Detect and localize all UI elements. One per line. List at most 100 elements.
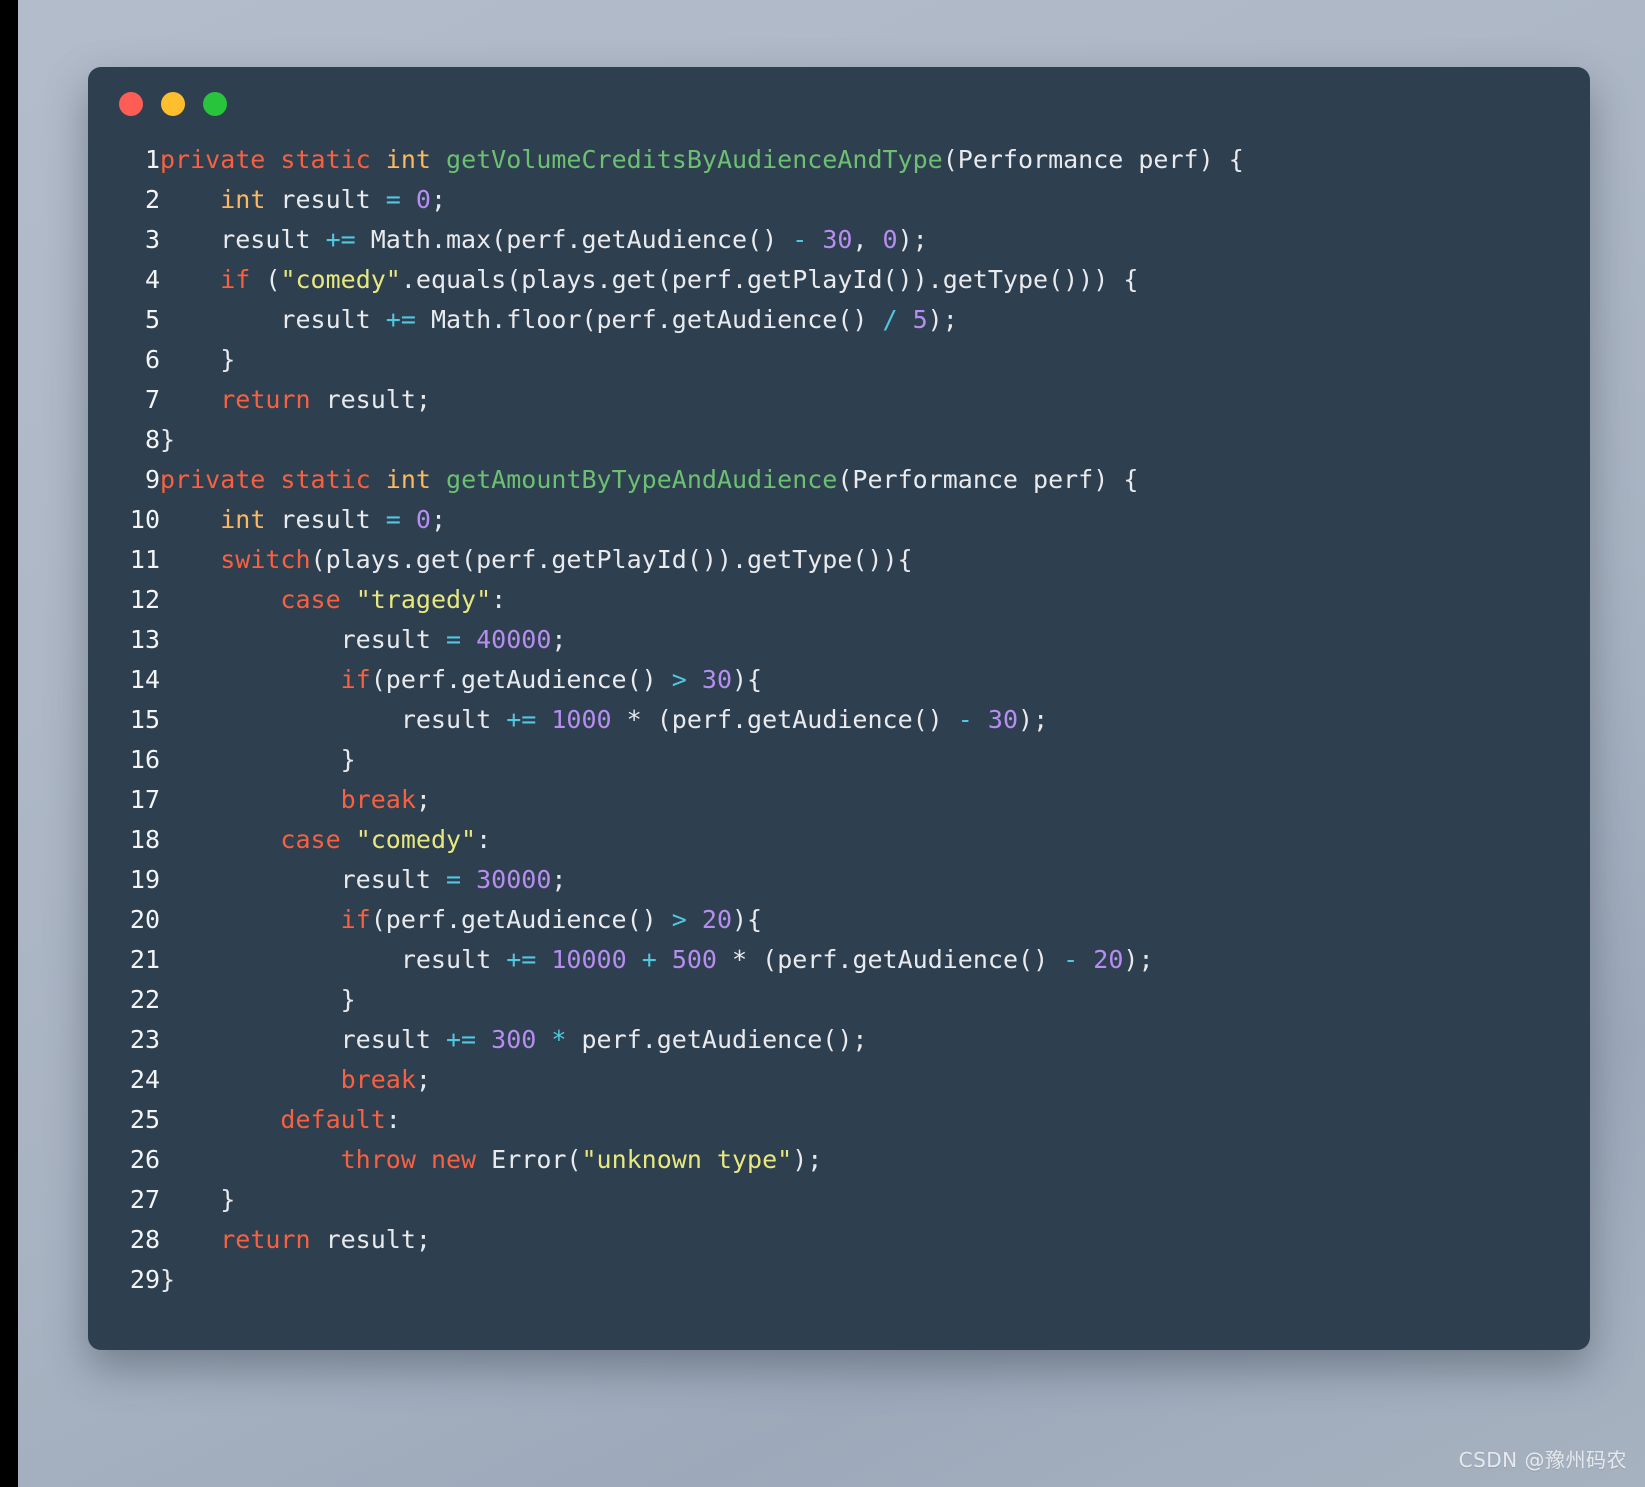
token-pl: ; bbox=[551, 625, 567, 654]
token-kw: static bbox=[280, 465, 371, 494]
token-pl: : bbox=[385, 1105, 401, 1134]
line-source: } bbox=[160, 420, 1244, 460]
token-pl: result bbox=[160, 865, 446, 894]
token-kw: break bbox=[340, 1065, 416, 1094]
line-number: 10 bbox=[129, 505, 160, 534]
code-editor[interactable]: 1 private static int getVolumeCreditsByAu… bbox=[88, 140, 1590, 1300]
close-button-icon[interactable] bbox=[119, 91, 143, 116]
code-line: 15 result += 1000 * (perf.getAudience() … bbox=[88, 700, 1244, 740]
line-number: 19 bbox=[129, 865, 160, 894]
line-number: 24 bbox=[129, 1065, 160, 1094]
token-pl: } bbox=[160, 745, 356, 774]
line-number: 29 bbox=[129, 1265, 160, 1294]
token-op: = bbox=[385, 185, 401, 214]
code-line: 24 break; bbox=[88, 1060, 1244, 1100]
window-titlebar bbox=[88, 67, 1590, 140]
token-op: += bbox=[506, 705, 537, 734]
line-source: result += 1000 * (perf.getAudience() - 3… bbox=[160, 700, 1244, 740]
token-pl: result bbox=[265, 505, 386, 534]
token-op: > bbox=[671, 665, 687, 694]
line-source: result += Math.max(perf.getAudience() - … bbox=[160, 220, 1244, 260]
token-pl: ){ bbox=[732, 665, 763, 694]
token-num: 20 bbox=[701, 905, 732, 934]
token-kw: private bbox=[160, 145, 266, 174]
line-source: throw new Error("unknown type"); bbox=[160, 1140, 1244, 1180]
token-kw: default bbox=[280, 1105, 386, 1134]
zoom-button-icon[interactable] bbox=[203, 91, 227, 116]
token-pl: * bbox=[626, 705, 642, 734]
line-source: result += 10000 + 500 * (perf.getAudienc… bbox=[160, 940, 1244, 980]
token-fn: getVolumeCreditsByAudienceAndType bbox=[446, 145, 943, 174]
line-source: result += 300 * perf.getAudience(); bbox=[160, 1020, 1244, 1060]
token-pl: result bbox=[160, 625, 446, 654]
token-typ: int bbox=[385, 145, 431, 174]
token-num: 5 bbox=[912, 305, 928, 334]
token-num: 500 bbox=[671, 945, 717, 974]
token-pl: } bbox=[160, 425, 176, 454]
token-str: "tragedy" bbox=[355, 585, 492, 614]
token-pl: Error( bbox=[476, 1145, 582, 1174]
code-line: 18 case "comedy": bbox=[88, 820, 1244, 860]
token-num: 20 bbox=[1093, 945, 1124, 974]
token-pl: result; bbox=[310, 385, 431, 414]
line-source: result += Math.floor(perf.getAudience() … bbox=[160, 300, 1244, 340]
token-kw: static bbox=[280, 145, 371, 174]
token-pl: * bbox=[732, 945, 748, 974]
token-pl: (perf.getAudience() bbox=[747, 945, 1064, 974]
code-line: 29} bbox=[88, 1260, 1244, 1300]
line-source: if(perf.getAudience() > 30){ bbox=[160, 660, 1244, 700]
line-number: 20 bbox=[129, 905, 160, 934]
token-pl: ); bbox=[897, 225, 928, 254]
token-str: "comedy" bbox=[280, 265, 401, 294]
token-pl: result; bbox=[310, 1225, 431, 1254]
minimize-button-icon[interactable] bbox=[161, 91, 185, 116]
token-pl: Math.floor(perf.getAudience() bbox=[415, 305, 883, 334]
token-pl: (perf.getAudience() bbox=[370, 665, 672, 694]
line-source: } bbox=[160, 1180, 1244, 1220]
token-str: "comedy" bbox=[355, 825, 477, 854]
line-source: int result = 0; bbox=[160, 180, 1244, 220]
line-source: return result; bbox=[160, 1220, 1244, 1260]
token-pl: } bbox=[160, 345, 236, 374]
code-line: 16 } bbox=[88, 740, 1244, 780]
line-number: 8 bbox=[144, 425, 160, 454]
line-number: 25 bbox=[129, 1105, 160, 1134]
code-line: 11 switch(plays.get(perf.getPlayId()).ge… bbox=[88, 540, 1244, 580]
token-kw: switch bbox=[220, 545, 311, 574]
code-window: 1 private static int getVolumeCreditsByAu… bbox=[88, 67, 1590, 1350]
line-number: 1 bbox=[144, 145, 160, 174]
token-pl: ; bbox=[430, 185, 447, 214]
token-kw: if bbox=[340, 665, 371, 694]
code-line: 12 case "tragedy": bbox=[88, 580, 1244, 620]
token-pl: .equals(plays.get(perf.getPlayId()).getT… bbox=[400, 265, 1139, 294]
line-source: default: bbox=[160, 1100, 1244, 1140]
token-pl: (perf.getAudience() bbox=[641, 705, 958, 734]
token-pl: : bbox=[491, 585, 507, 614]
line-source: } bbox=[160, 340, 1244, 380]
line-number: 16 bbox=[129, 745, 160, 774]
token-pl: ){ bbox=[732, 905, 763, 934]
